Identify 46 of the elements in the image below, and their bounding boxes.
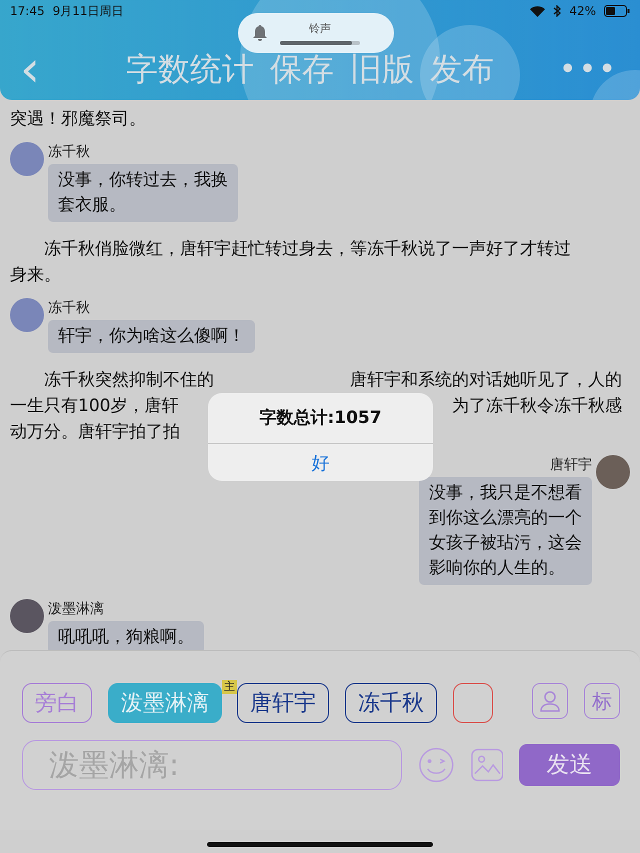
message-bubble: 轩宇，你为啥这么傻啊！ — [48, 320, 255, 353]
sender-name: 冻千秋 — [48, 300, 90, 316]
message-bubble: 没事，你转过去，我换 套衣服。 — [48, 164, 238, 222]
sender-name: 唐轩宇 — [550, 457, 592, 473]
person-icon — [538, 689, 562, 713]
contact-button[interactable] — [532, 683, 568, 719]
role-chip[interactable]: 唐轩宇 — [237, 683, 329, 723]
battery-percent: 42% — [569, 3, 596, 20]
battery-icon — [604, 5, 630, 17]
back-button[interactable]: ‹ — [0, 44, 40, 94]
avatar[interactable] — [10, 599, 44, 633]
narration-text: 动万分。唐轩宇拍了拍 — [10, 421, 180, 444]
main-badge: 主 — [222, 680, 237, 694]
narration-text: 为了冻千秋令冻千秋感 — [452, 395, 622, 418]
sender-name: 泼墨淋漓 — [48, 601, 104, 617]
header-action[interactable]: 保存 — [270, 53, 334, 85]
image-icon[interactable] — [470, 748, 504, 782]
volume-label: 铃声 — [309, 20, 331, 37]
alert-message: 字数总计:1057 — [208, 393, 433, 444]
role-chip[interactable] — [453, 683, 493, 723]
header-action[interactable]: 发布 — [430, 53, 494, 85]
status-date: 9月11日周日 — [52, 3, 124, 20]
header-action[interactable]: 字数统计 — [126, 53, 254, 85]
narration-text: 突遇！邪魔祭司。 — [10, 108, 146, 131]
emoji-icon[interactable] — [418, 746, 455, 784]
narration-text: 冻千秋俏脸微红，唐轩宇赶忙转过身去，等冻千秋说了一声好了才转过 — [43, 238, 571, 261]
role-chip[interactable]: 冻千秋 — [345, 683, 437, 723]
role-chip[interactable]: 泼墨淋漓 — [108, 683, 222, 723]
narration-text: 一生只有100岁，唐轩 — [10, 395, 178, 418]
header-action[interactable]: 旧版 — [350, 53, 414, 85]
sender-name: 冻千秋 — [48, 144, 90, 160]
narration-text: 身来。 — [10, 264, 61, 287]
send-button[interactable]: 发送 — [519, 744, 620, 786]
narration-text: 冻千秋突然抑制不住的 — [43, 369, 214, 392]
more-button[interactable]: ••• — [552, 46, 624, 92]
message-bubble: 没事，我只是不想看 到你这么漂亮的一个 女孩子被玷污，这会 影响你的人生的。 — [419, 477, 592, 585]
status-time: 17:45 — [10, 3, 45, 20]
avatar[interactable] — [10, 298, 44, 332]
avatar[interactable] — [10, 142, 44, 176]
tag-button[interactable]: 标 — [584, 683, 620, 719]
bluetooth-icon — [553, 5, 562, 17]
bell-icon — [253, 25, 267, 41]
avatar[interactable] — [596, 455, 630, 489]
narration-text: 唐轩宇和系统的对话她听见了，人的 — [350, 369, 622, 392]
wifi-icon — [530, 6, 546, 16]
role-chip[interactable]: 旁白 — [22, 683, 92, 723]
